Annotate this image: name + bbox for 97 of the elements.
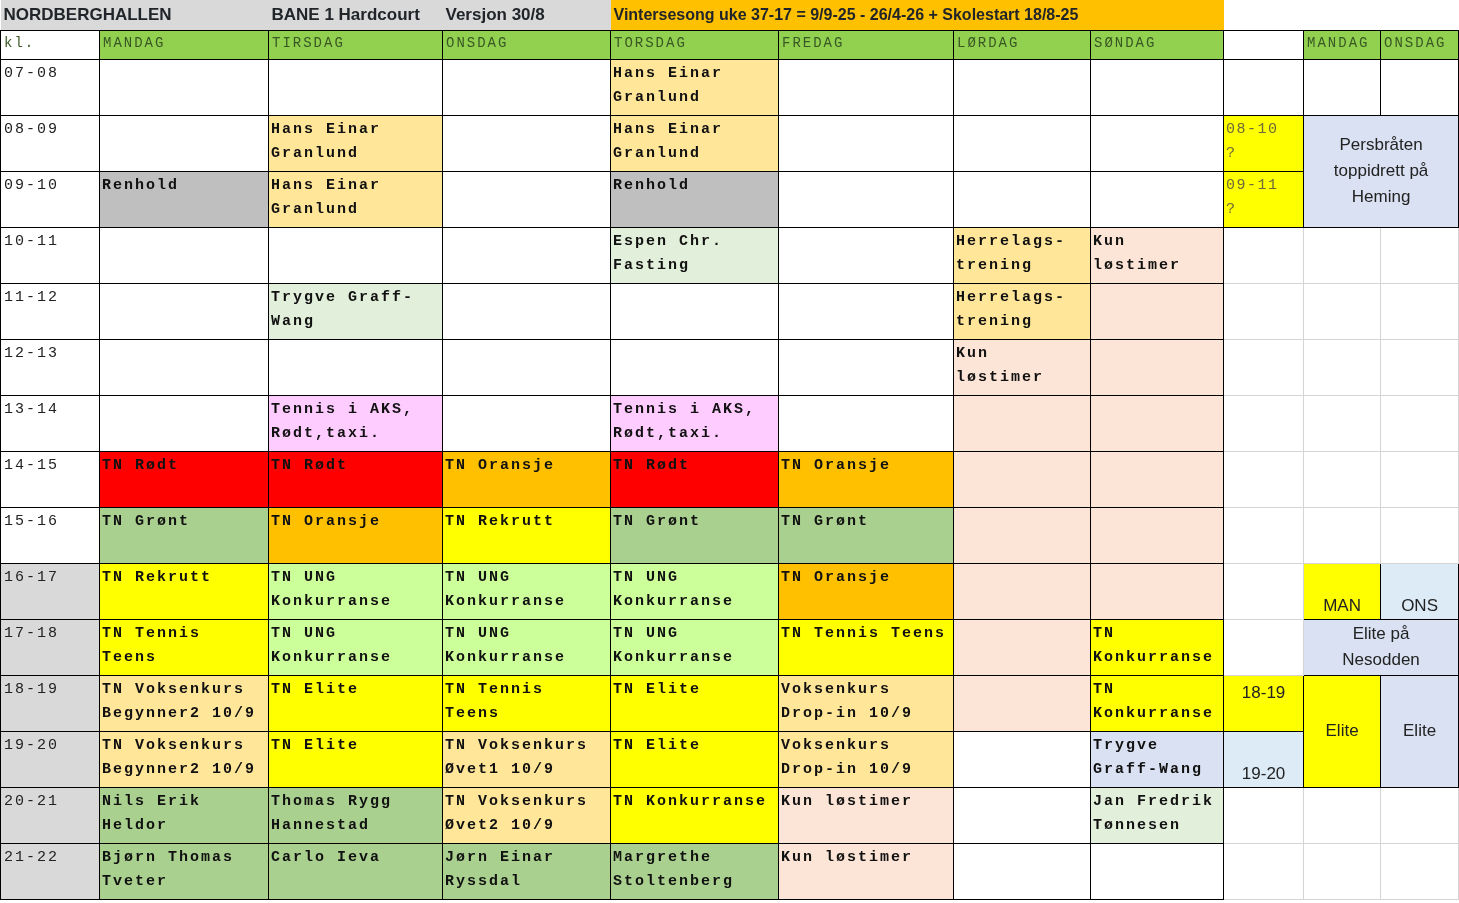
time-label: 17-18 <box>0 619 100 675</box>
schedule-cell: Renhold <box>610 171 779 227</box>
schedule-cell: ONS <box>1380 563 1459 619</box>
schedule-cell: TN Elite <box>610 731 779 787</box>
sheet-title: BANE 1 Hardcourt <box>268 0 443 30</box>
schedule-cell: Hans Einar Granlund <box>610 115 779 171</box>
schedule-cell: Thomas Rygg Hannestad <box>268 787 443 843</box>
schedule-cell: Kun løstimer <box>778 843 954 899</box>
time-label: 14-15 <box>0 451 100 507</box>
schedule-cell: TN Voksenkurs Øvet1 10/9 <box>442 731 611 787</box>
schedule-cell: 18-19 <box>1223 675 1304 731</box>
schedule-cell: Kun løstimer <box>778 787 954 843</box>
schedule-cell: TN UNG Konkurranse <box>442 619 611 675</box>
sheet-title: Versjon 30/8 <box>442 0 611 30</box>
time-label: 11-12 <box>0 283 100 339</box>
time-label: 19-20 <box>0 731 100 787</box>
time-label: 12-13 <box>0 339 100 395</box>
time-label: 16-17 <box>0 563 100 619</box>
time-label: 09-10 <box>0 171 100 227</box>
day-header: FREDAG <box>778 30 954 59</box>
schedule-cell: Renhold <box>99 171 269 227</box>
schedule-cell: Tennis i AKS, Rødt,taxi. <box>268 395 443 451</box>
schedule-cell: 09-11 ? <box>1223 171 1304 227</box>
schedule-cell: Hans Einar Granlund <box>268 115 443 171</box>
schedule-cell: Hans Einar Granlund <box>610 59 779 115</box>
schedule-cell: TN Voksenkurs Øvet2 10/9 <box>442 787 611 843</box>
schedule-cell: TN Elite <box>610 675 779 731</box>
schedule-cell: Persbråten toppidrett på Heming <box>1303 115 1459 227</box>
schedule-cell: Bjørn Thomas Tveter <box>99 843 269 899</box>
day-header: SØNDAG <box>1090 30 1224 59</box>
schedule-cell: Kun løstimer <box>953 339 1091 395</box>
schedule-cell: Kun løstimer <box>1090 227 1224 283</box>
schedule-cell: TN Oransje <box>778 563 954 619</box>
schedule-cell: Herrelags- trening <box>953 227 1091 283</box>
schedule-cell: TN Rødt <box>610 451 779 507</box>
schedule-cell: TN UNG Konkurranse <box>268 619 443 675</box>
time-label: 18-19 <box>0 675 100 731</box>
schedule-cell: Nils Erik Heldor <box>99 787 269 843</box>
schedule-cell: Hans Einar Granlund <box>268 171 443 227</box>
day-header: TORSDAG <box>610 30 779 59</box>
schedule-cell: 19-20 <box>1223 731 1304 787</box>
schedule-cell: TN Tennis Teens <box>442 675 611 731</box>
schedule-cell: MAN <box>1303 563 1381 619</box>
time-label: 21-22 <box>0 843 100 899</box>
schedule-cell: TN Konkurranse <box>610 787 779 843</box>
day-header: ONSDAG <box>442 30 611 59</box>
schedule-cell: Voksenkurs Drop-in 10/9 <box>778 731 954 787</box>
schedule-cell: TN Voksenkurs Begynner2 10/9 <box>99 731 269 787</box>
day-header: MANDAG <box>99 30 269 59</box>
schedule-cell: TN Grønt <box>99 507 269 563</box>
schedule-cell: TN Oransje <box>268 507 443 563</box>
schedule-cell: TN Grønt <box>778 507 954 563</box>
schedule-cell: Herrelags- trening <box>953 283 1091 339</box>
schedule-cell: TN Konkurranse <box>1090 675 1224 731</box>
schedule-cell: TN Elite <box>268 731 443 787</box>
schedule-cell: TN Voksenkurs Begynner2 10/9 <box>99 675 269 731</box>
day-header: LØRDAG <box>953 30 1091 59</box>
schedule-cell: TN Elite <box>268 675 443 731</box>
time-label: 08-09 <box>0 115 100 171</box>
schedule-cell: Espen Chr. Fasting <box>610 227 779 283</box>
schedule-cell: Tennis i AKS, Rødt,taxi. <box>610 395 779 451</box>
day-header: ONSDAG <box>1380 30 1459 59</box>
sheet-title: Vintersesong uke 37-17 = 9/9-25 - 26/4-26 + Skolestart 18/8-25 <box>610 0 1224 30</box>
schedule-cell: TN Grønt <box>610 507 779 563</box>
time-label: 10-11 <box>0 227 100 283</box>
schedule-cell: TN Rekrutt <box>442 507 611 563</box>
schedule-cell: Trygve Graff- Wang <box>268 283 443 339</box>
schedule-cell: Voksenkurs Drop-in 10/9 <box>778 675 954 731</box>
time-label: 20-21 <box>0 787 100 843</box>
schedule-cell: TN UNG Konkurranse <box>442 563 611 619</box>
schedule-cell: 08-10 ? <box>1223 115 1304 171</box>
schedule-cell: TN Rekrutt <box>99 563 269 619</box>
schedule-cell: TN Tennis Teens <box>778 619 954 675</box>
schedule-cell: Jørn Einar Ryssdal <box>442 843 611 899</box>
schedule-cell: TN UNG Konkurranse <box>610 563 779 619</box>
schedule-cell: TN Rødt <box>99 451 269 507</box>
schedule-cell: TN UNG Konkurranse <box>268 563 443 619</box>
schedule-cell: Margrethe Stoltenberg <box>610 843 779 899</box>
schedule-cell: Carlo Ieva <box>268 843 443 899</box>
schedule-cell: TN Rødt <box>268 451 443 507</box>
schedule-cell: Jan Fredrik Tønnesen <box>1090 787 1224 843</box>
schedule-cell: TN Oransje <box>442 451 611 507</box>
schedule-cell: TN Tennis Teens <box>99 619 269 675</box>
schedule-cell: Elite på Nesodden <box>1303 619 1459 675</box>
schedule-cell: Elite <box>1380 675 1459 787</box>
schedule-cell: Trygve Graff-Wang <box>1090 731 1224 787</box>
time-label: 15-16 <box>0 507 100 563</box>
schedule-cell: TN UNG Konkurranse <box>610 619 779 675</box>
schedule-cell: TN Konkurranse <box>1090 619 1224 675</box>
day-header: TIRSDAG <box>268 30 443 59</box>
day-header: MANDAG <box>1303 30 1381 59</box>
time-label: 13-14 <box>0 395 100 451</box>
schedule-cell: TN Oransje <box>778 451 954 507</box>
column-header: kl. <box>0 30 100 59</box>
sheet-title: NORDBERGHALLEN <box>0 0 269 30</box>
time-label: 07-08 <box>0 59 100 115</box>
schedule-cell: Elite <box>1303 675 1381 787</box>
